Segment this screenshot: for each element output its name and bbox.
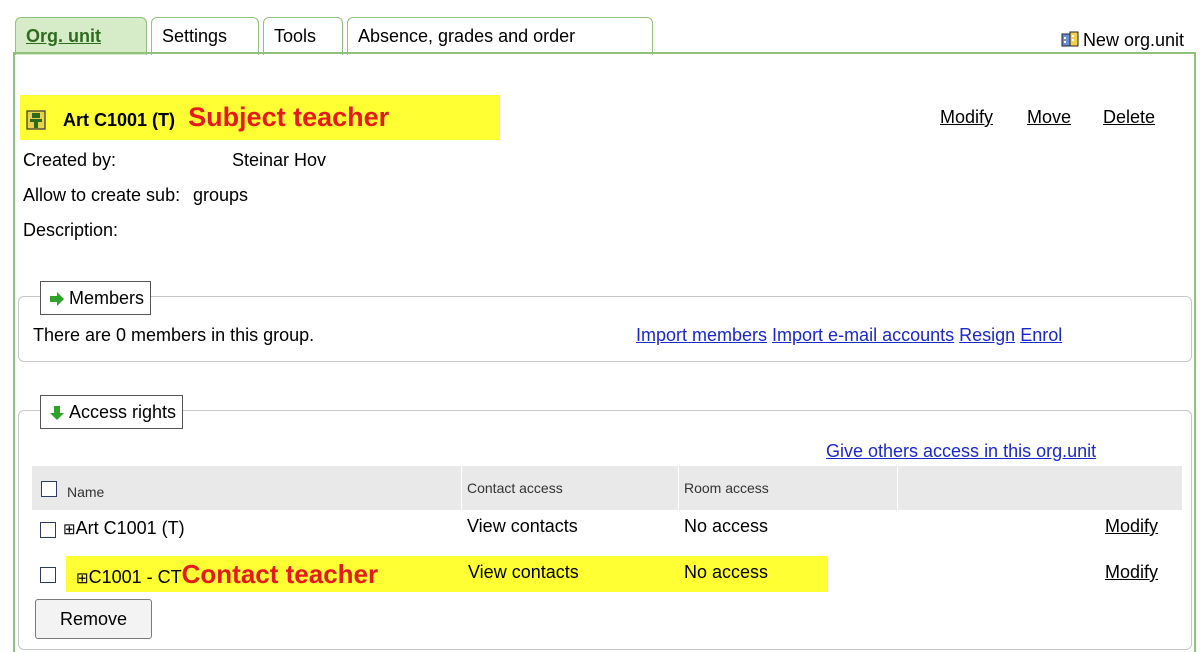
created-by-value: Steinar Hov	[232, 150, 327, 170]
import-email-accounts-link[interactable]: Import e-mail accounts	[772, 325, 954, 345]
column-header-room-access: Room access	[684, 480, 769, 496]
row-name-label: C1001 - CT	[88, 567, 182, 587]
table-row-name: ⊞C1001 - CTContact teacher	[76, 560, 378, 593]
row-modify-link[interactable]: Modify	[1105, 562, 1158, 583]
allow-sub-label: Allow to create sub:	[23, 185, 181, 205]
expand-plus-icon[interactable]: ⊞	[63, 521, 76, 538]
row-checkbox[interactable]	[40, 567, 56, 583]
tab-org-unit[interactable]: Org. unit	[15, 17, 147, 55]
header-separator	[897, 466, 898, 510]
header-separator	[461, 466, 462, 510]
modify-button[interactable]: Modify	[940, 107, 993, 128]
members-actions: Import members Import e-mail accounts Re…	[636, 325, 1062, 346]
resign-link[interactable]: Resign	[959, 325, 1015, 345]
expand-plus-icon[interactable]: ⊞	[76, 570, 89, 587]
row-name-label: Art C1001 (T)	[75, 518, 185, 538]
row-checkbox[interactable]	[40, 522, 56, 538]
org-unit-title-row: Art C1001 (T) Subject teacher	[26, 100, 389, 134]
allow-sub-value: groups	[193, 185, 249, 205]
access-rights-legend[interactable]: Access rights	[40, 395, 184, 429]
access-rights-legend-label: Access rights	[69, 402, 177, 422]
tab-settings[interactable]: Settings	[151, 17, 259, 55]
subject-teacher-annotation: Subject teacher	[188, 102, 390, 132]
created-by-label: Created by:	[23, 150, 117, 170]
row-room-access: No access	[684, 516, 769, 536]
members-status: There are 0 members in this group.	[33, 325, 315, 345]
column-header-name: Name	[67, 484, 105, 500]
enrol-link[interactable]: Enrol	[1020, 325, 1062, 345]
arrow-right-icon	[49, 285, 65, 306]
group-icon	[26, 107, 46, 130]
tab-absence-grades-order[interactable]: Absence, grades and order	[347, 17, 653, 55]
give-others-access-link[interactable]: Give others access in this org.unit	[826, 441, 1096, 462]
table-row-name: ⊞Art C1001 (T)	[63, 518, 185, 539]
import-members-link[interactable]: Import members	[636, 325, 767, 345]
remove-button[interactable]: Remove	[35, 599, 152, 639]
column-header-contact-access: Contact access	[467, 480, 563, 496]
row-contact-access: View contacts	[467, 516, 578, 536]
contact-teacher-annotation: Contact teacher	[181, 559, 379, 589]
org-unit-title: Art C1001 (T)	[63, 110, 176, 130]
select-all-checkbox[interactable]	[41, 481, 57, 497]
delete-button[interactable]: Delete	[1103, 107, 1155, 128]
row-room-access: No access	[684, 562, 769, 582]
row-contact-access: View contacts	[468, 562, 579, 582]
header-separator	[678, 466, 679, 510]
description-label: Description:	[23, 220, 119, 240]
members-legend[interactable]: Members	[40, 281, 152, 315]
org-unit-new-icon	[1061, 31, 1079, 49]
arrow-down-icon	[49, 399, 65, 420]
move-button[interactable]: Move	[1027, 107, 1071, 128]
new-org-unit-label: New org.unit	[1082, 30, 1184, 50]
tab-tools[interactable]: Tools	[263, 17, 343, 55]
access-table-header	[32, 466, 1182, 510]
row-modify-link[interactable]: Modify	[1105, 516, 1158, 537]
new-org-unit-button[interactable]: New org.unit	[1061, 30, 1184, 51]
members-legend-label: Members	[69, 288, 145, 308]
